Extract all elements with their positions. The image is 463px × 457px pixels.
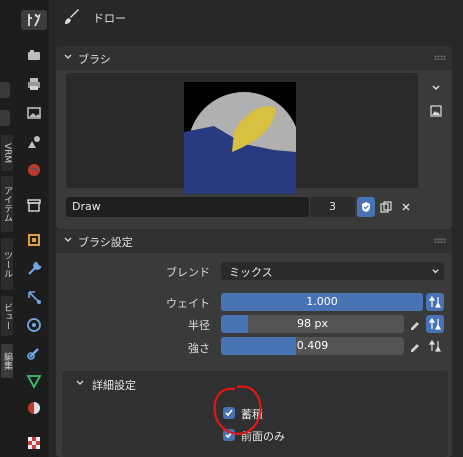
brush-settings-title: ブラシ設定 — [78, 236, 133, 249]
tab-view[interactable]: ビュー — [1, 296, 13, 336]
world-tab[interactable] — [24, 160, 44, 180]
output-tab[interactable] — [24, 74, 44, 94]
tools-icon — [28, 13, 41, 27]
brush-list-toggle[interactable] — [427, 79, 445, 97]
annotation-circle — [213, 385, 262, 435]
weight-value: 1.000 — [306, 295, 338, 308]
sidebar-collapse-handle[interactable] — [0, 110, 10, 126]
scene-tab[interactable] — [24, 132, 44, 152]
scene-icon — [28, 136, 40, 148]
image-icon — [27, 107, 41, 119]
brush-panel: ブラシ Draw 3 — [56, 46, 452, 229]
modifier-tab[interactable] — [24, 259, 44, 279]
tab-item[interactable]: アイテム — [1, 176, 13, 232]
constraint-icon — [27, 348, 39, 360]
brush-thumbnail — [184, 82, 296, 194]
chevron-down-icon — [64, 237, 72, 242]
sidebar-collapse-handle[interactable] — [0, 82, 10, 98]
radius-label: 半径 — [188, 319, 210, 332]
strength-pressure-toggle[interactable] — [426, 337, 444, 355]
wrench-icon — [28, 261, 42, 275]
radius-value: 98 px — [297, 317, 328, 330]
brush-image-button[interactable] — [427, 102, 445, 120]
material-icon — [28, 402, 40, 414]
constraints-tab[interactable] — [24, 343, 44, 363]
blend-select[interactable]: ミックス — [221, 262, 444, 280]
pen-pressure-icon — [429, 318, 441, 330]
weight-slider[interactable]: 1.000 — [221, 293, 423, 311]
brush-icon — [65, 9, 79, 24]
camera-icon — [28, 50, 40, 60]
brush-name: Draw — [72, 200, 101, 213]
view-layer-tab[interactable] — [24, 103, 44, 123]
pen-pressure-icon — [429, 340, 441, 352]
pen-icon — [411, 344, 419, 352]
drag-grip-icon[interactable] — [434, 55, 446, 60]
unlink-brush-button[interactable] — [397, 197, 415, 217]
render-tab[interactable] — [24, 45, 44, 65]
blend-value: ミックス — [229, 266, 273, 279]
close-icon — [402, 203, 410, 211]
brush-settings-header[interactable]: ブラシ設定 — [56, 229, 452, 253]
chevron-down-icon — [432, 85, 440, 91]
texture-tab[interactable] — [24, 433, 44, 453]
user-count-value: 3 — [329, 200, 336, 213]
drag-grip-icon[interactable] — [434, 238, 446, 243]
weight-label: ウェイト — [166, 297, 210, 310]
tool-mode-title: ドロー — [93, 12, 126, 25]
properties-tab-column — [20, 0, 48, 457]
radius-slider[interactable]: 98 px — [221, 315, 404, 333]
tab-tool[interactable]: ツール — [1, 238, 13, 290]
fake-user-button[interactable] — [357, 197, 375, 217]
collection-tab[interactable] — [24, 195, 44, 215]
tab-vrm[interactable]: VRM — [1, 135, 13, 171]
duplicate-icon — [380, 201, 392, 213]
strength-label: 強さ — [188, 342, 210, 355]
blend-label: ブレンド — [166, 266, 210, 279]
advanced-title: 詳細設定 — [92, 379, 136, 392]
weight-pressure-toggle[interactable] — [426, 293, 444, 311]
pen-pressure-icon — [429, 296, 441, 308]
data-tab[interactable] — [24, 371, 44, 391]
sidebar-tab-strip: VRM アイテム ツール ビュー 編集 — [0, 0, 14, 457]
brush-preview-area[interactable] — [66, 73, 418, 194]
material-tab[interactable] — [24, 398, 44, 418]
mesh-data-icon — [26, 375, 42, 389]
brush-user-count[interactable]: 3 — [310, 197, 355, 217]
object-icon — [28, 234, 40, 246]
radius-pressure-toggle[interactable] — [426, 315, 444, 333]
strength-unit-toggle[interactable] — [406, 337, 424, 355]
globe-icon — [28, 164, 40, 176]
physics-tab[interactable] — [24, 315, 44, 335]
duplicate-brush-button[interactable] — [377, 197, 395, 217]
image-icon — [430, 105, 442, 117]
brush-name-field[interactable]: Draw — [66, 197, 309, 217]
particles-icon — [28, 291, 41, 304]
particles-tab[interactable] — [24, 287, 44, 307]
strength-slider[interactable]: 0.409 — [221, 337, 404, 355]
shield-icon — [362, 202, 370, 212]
box-icon — [27, 199, 41, 212]
brush-panel-header[interactable]: ブラシ — [56, 46, 452, 70]
physics-icon — [27, 318, 41, 332]
chevron-down-icon — [76, 380, 84, 385]
printer-icon — [28, 78, 40, 90]
brush-panel-title: ブラシ — [78, 53, 111, 66]
chevron-down-icon — [64, 54, 72, 59]
tool-tab[interactable] — [21, 10, 47, 30]
strength-value: 0.409 — [296, 339, 329, 352]
chevron-down-icon — [432, 269, 439, 274]
checker-icon — [28, 437, 40, 449]
radius-unit-toggle[interactable] — [406, 315, 424, 333]
pen-icon — [411, 322, 419, 330]
tab-edit[interactable]: 編集 — [1, 344, 13, 378]
object-tab[interactable] — [24, 230, 44, 250]
